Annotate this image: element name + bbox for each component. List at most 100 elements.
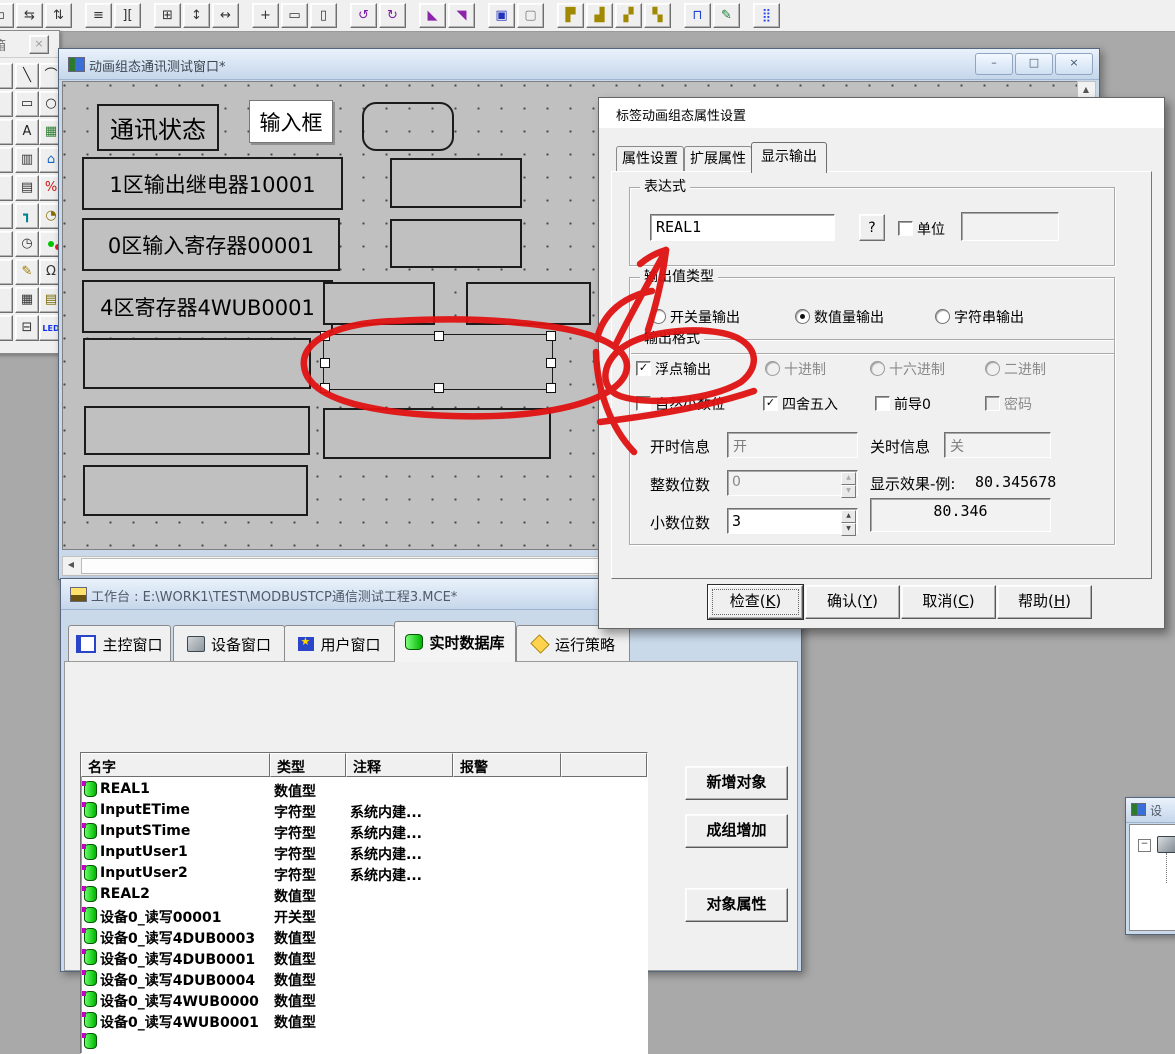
toolbar-ungroup-objects-icon[interactable]: ▢ [517, 3, 544, 28]
toolbar-center-horizontal-icon[interactable]: ][ [114, 3, 141, 28]
expression-help-button[interactable]: ? [859, 214, 885, 241]
toolbar-center-vertical-icon[interactable]: ≡ [85, 3, 112, 28]
add-object-button[interactable]: 新增对象 [685, 766, 788, 800]
unit-checkbox[interactable] [898, 221, 913, 236]
toolbar-attribute-brush-icon[interactable]: ✎ [713, 3, 740, 28]
tool-text-icon[interactable]: A [15, 119, 39, 145]
numeric-output-radio[interactable] [795, 309, 810, 324]
column-header-comment[interactable]: 注释 [346, 753, 453, 777]
canvas-box[interactable] [83, 338, 311, 389]
workbench-tab-user[interactable]: 用户窗口 [284, 625, 395, 662]
workbench-tab-db[interactable]: 实时数据库 [394, 621, 516, 662]
tool-partial-icon[interactable] [0, 91, 13, 117]
toolbar-make-same-height-icon[interactable]: ↕ [183, 3, 210, 28]
workbench-tab-strategy[interactable]: 运行策略 [516, 625, 630, 662]
tool-partial-icon[interactable] [0, 231, 13, 257]
table-row[interactable]: 设备0_读写4WUB0001数值型 [81, 1010, 647, 1031]
tab-property-settings[interactable]: 属性设置 [616, 146, 684, 172]
tool-grid-table-icon[interactable]: ▦ [15, 287, 39, 313]
canvas-box[interactable] [390, 219, 522, 268]
selection-handle[interactable] [546, 383, 556, 393]
animation-window-titlebar[interactable]: 动画组态通讯测试窗口* – □ × [59, 49, 1099, 80]
leading-zero-label[interactable]: 前导0 [894, 394, 931, 414]
tool-partial-icon[interactable] [0, 63, 13, 89]
canvas-label-zone0[interactable]: 0区输入寄存器00001 [82, 218, 340, 271]
float-output-checkbox[interactable]: ✓ [636, 361, 651, 376]
selection-handle[interactable] [320, 383, 330, 393]
switch-output-radio[interactable] [651, 309, 666, 324]
rounding-checkbox[interactable]: ✓ [763, 396, 778, 411]
switch-output-label[interactable]: 开关量输出 [670, 307, 740, 327]
tree-collapse-icon[interactable]: − [1138, 839, 1151, 852]
toolbar-send-to-back-icon[interactable]: ▟ [586, 3, 613, 28]
scroll-up-icon[interactable]: ▲ [1078, 82, 1094, 98]
column-header-alarm[interactable]: 报警 [453, 753, 561, 777]
column-header-type[interactable]: 类型 [270, 753, 346, 777]
canvas-label-zone1[interactable]: 1区输出继电器10001 [82, 157, 343, 210]
column-header-name[interactable]: 名字 [81, 753, 270, 777]
tab-display-output[interactable]: 显示输出 [751, 142, 827, 173]
tool-line-icon[interactable]: ╲ [15, 63, 39, 89]
canvas-box[interactable] [83, 465, 308, 516]
selection-handle[interactable] [434, 331, 444, 341]
canvas-rounded-rect[interactable] [362, 102, 454, 151]
minimize-button[interactable]: – [975, 53, 1013, 75]
selection-handle[interactable] [320, 331, 330, 341]
canvas-button-comm-status[interactable]: 通讯状态 [97, 104, 219, 151]
help-button[interactable]: 帮助(H) [997, 585, 1092, 619]
tool-partial-icon[interactable] [0, 259, 13, 285]
dec-digits-spin-buttons[interactable]: ▲ ▼ [841, 510, 856, 532]
table-row[interactable]: 设备0_读写4DUB0003数值型 [81, 926, 647, 947]
workbench-tab-main[interactable]: 主控窗口 [68, 625, 171, 662]
device-window-titlebar[interactable]: 设 [1126, 798, 1175, 823]
toolbar-center-in-window-h-icon[interactable]: ▯ [310, 3, 337, 28]
object-properties-button[interactable]: 对象属性 [685, 888, 788, 922]
natural-decimals-checkbox[interactable] [636, 396, 651, 411]
tool-pipe-icon[interactable]: ┓ [15, 203, 39, 229]
tool-pen-icon[interactable]: ✎ [15, 259, 39, 285]
canvas-input-box[interactable]: 输入框 [249, 100, 333, 143]
dialog-titlebar[interactable]: 标签动画组态属性设置 [599, 98, 1164, 128]
table-row[interactable]: 设备0_读写4DUB0004数值型 [81, 968, 647, 989]
canvas-selected-box[interactable] [323, 334, 553, 390]
table-row[interactable]: 设备0_读写4WUB0000数值型 [81, 989, 647, 1010]
table-row[interactable]: InputUser2字符型系统内建... [81, 863, 647, 884]
selection-handle[interactable] [320, 358, 330, 368]
toolbar-align-edge-icon[interactable]: ▫ [0, 3, 14, 28]
check-button[interactable]: 检查(K) [708, 585, 803, 619]
tool-combo-box-icon[interactable]: ⊟ [15, 315, 39, 341]
canvas-box[interactable] [466, 282, 591, 325]
string-output-radio[interactable] [935, 309, 950, 324]
tool-partial-icon[interactable] [0, 203, 13, 229]
realtime-db-table[interactable]: 名字 类型 注释 报警 REAL1数值型InputETime字符型系统内建...… [80, 752, 648, 1054]
leading-zero-checkbox[interactable] [875, 396, 890, 411]
toolbar-grid-icon[interactable]: ⣿ [753, 3, 780, 28]
selection-handle[interactable] [434, 383, 444, 393]
rounding-label[interactable]: 四舍五入 [782, 394, 838, 414]
tab-extended-properties[interactable]: 扩展属性 [684, 146, 752, 172]
natural-decimals-label[interactable]: 自然小数位 [655, 394, 725, 414]
toolbar-rotate-right-icon[interactable]: ↻ [379, 3, 406, 28]
tool-partial-icon[interactable] [0, 119, 13, 145]
device-tree[interactable]: − [1129, 824, 1175, 931]
dec-digits-spinner[interactable]: 3 ▲ ▼ [727, 508, 858, 534]
cancel-button[interactable]: 取消(C) [901, 585, 996, 619]
toolbar-space-equal-vertical-icon[interactable]: ⇅ [45, 3, 72, 28]
tool-clock-icon[interactable]: ◷ [15, 231, 39, 257]
canvas-box[interactable] [323, 408, 551, 459]
tool-meter-icon[interactable]: ▥ [15, 147, 39, 173]
toolbar-space-equal-horizontal-icon[interactable]: ⇆ [16, 3, 43, 28]
close-button[interactable]: × [1055, 53, 1093, 75]
table-row[interactable]: InputETime字符型系统内建... [81, 800, 647, 821]
workbench-tab-device[interactable]: 设备窗口 [173, 625, 285, 662]
toolbar-align-center-both-icon[interactable]: + [252, 3, 279, 28]
canvas-box[interactable] [390, 158, 522, 208]
canvas-label-zone4[interactable]: 4区寄存器4WUB0001 [82, 280, 333, 333]
table-row[interactable] [81, 1031, 647, 1052]
restore-button[interactable]: □ [1015, 53, 1053, 75]
tool-partial-icon[interactable] [0, 147, 13, 173]
confirm-button[interactable]: 确认(Y) [805, 585, 900, 619]
toolbar-make-same-width-icon[interactable]: ↔ [212, 3, 239, 28]
tool-rounded-rect-icon[interactable]: ▭ [15, 91, 39, 117]
toolbar-bring-forward-icon[interactable]: ▞ [615, 3, 642, 28]
